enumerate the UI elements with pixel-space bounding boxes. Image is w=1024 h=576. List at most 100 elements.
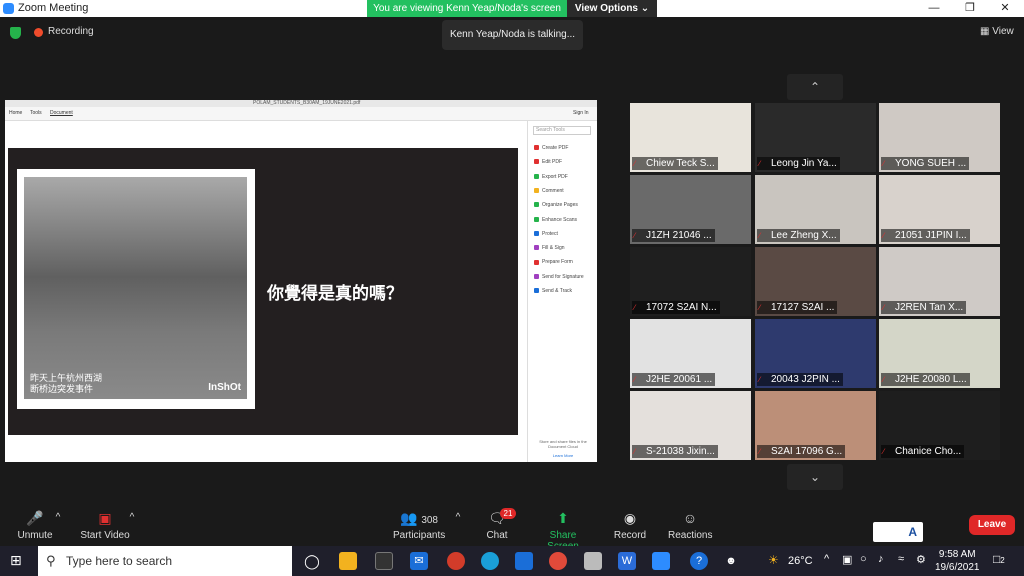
pdf-tool-label: Organize Pages bbox=[542, 202, 578, 209]
participant-tile[interactable]: 17127 S2AI ... ∕ bbox=[755, 247, 876, 316]
taskbar-search-input[interactable]: ⚲ Type here to search bbox=[38, 546, 292, 576]
wifi-icon[interactable]: ≈ bbox=[898, 553, 904, 565]
clock-time: 9:58 AM bbox=[938, 549, 976, 560]
people-icon[interactable]: ☻ bbox=[722, 552, 740, 570]
participant-tile[interactable]: J1ZH 21046 ... ∕ bbox=[630, 175, 751, 244]
weather-icon[interactable]: ☀ bbox=[768, 553, 779, 567]
edge-browser-icon[interactable] bbox=[481, 552, 499, 570]
video-options-chevron-icon[interactable]: ^ bbox=[126, 512, 138, 523]
participant-tile[interactable]: Leong Jin Ya... ∕ bbox=[755, 103, 876, 172]
cloud-note: Store and share files in the Document Cl… bbox=[539, 439, 587, 449]
participant-name: Leong Jin Ya... bbox=[757, 157, 840, 170]
input-language-icon[interactable]: ⚙ bbox=[916, 553, 926, 566]
security-shield-icon[interactable] bbox=[10, 27, 21, 39]
participant-name: 20043 J2PIN ... bbox=[757, 373, 843, 386]
pdf-tool-item[interactable]: Protect bbox=[534, 231, 558, 237]
view-options-button[interactable]: View Options ⌄ bbox=[567, 0, 657, 17]
chat-label: Chat bbox=[486, 530, 508, 541]
pdf-tab-tools[interactable]: Tools bbox=[30, 110, 42, 116]
participants-chevron-icon[interactable]: ^ bbox=[452, 512, 464, 523]
participant-tile[interactable]: J2HE 20061 ... ∕ bbox=[630, 319, 751, 388]
reactions-button[interactable]: ☺ Reactions bbox=[668, 510, 712, 541]
participant-tile[interactable]: Lee Zheng X... ∕ bbox=[755, 175, 876, 244]
file-explorer-icon[interactable] bbox=[339, 552, 357, 570]
pdf-sign-in[interactable]: Sign In bbox=[573, 110, 589, 116]
participant-tile[interactable]: 21051 J1PIN I... ∕ bbox=[879, 175, 1000, 244]
participant-name: Chiew Teck S... bbox=[632, 157, 718, 170]
zoom-taskbar-icon[interactable] bbox=[652, 552, 670, 570]
pdf-tool-item[interactable]: Organize Pages bbox=[534, 202, 578, 208]
participant-tile[interactable]: 17072 S2AI N... ∕ bbox=[630, 247, 751, 316]
pdf-tool-icon bbox=[534, 159, 539, 165]
leave-button[interactable]: Leave bbox=[969, 515, 1015, 535]
participant-name: J2REN Tan X... bbox=[881, 301, 967, 314]
start-video-label: Start Video bbox=[80, 530, 130, 541]
minimize-button[interactable]: — bbox=[917, 0, 951, 17]
chrome-icon[interactable] bbox=[549, 552, 567, 570]
paint-icon[interactable] bbox=[584, 552, 602, 570]
pdf-tool-item[interactable]: Send & Track bbox=[534, 288, 572, 294]
pdf-tools-panel: Search Tools Create PDF Edit PDF Export PD… bbox=[527, 121, 597, 462]
taskbar-clock[interactable]: 9:58 AM 19/6/2021 bbox=[935, 548, 980, 574]
muted-mic-icon: ∕ bbox=[883, 447, 885, 456]
pdf-tool-icon bbox=[534, 288, 539, 294]
pdf-tool-item[interactable]: Create PDF bbox=[534, 145, 568, 151]
pdf-tool-item[interactable]: Fill & Sign bbox=[534, 245, 565, 251]
participant-tile[interactable]: S-21038 Jixin... ∕ bbox=[630, 391, 751, 460]
participant-tile[interactable]: 20043 J2PIN ... ∕ bbox=[755, 319, 876, 388]
pdf-tool-item[interactable]: Enhance Scans bbox=[534, 217, 577, 223]
maximize-button[interactable]: ❐ bbox=[953, 0, 987, 17]
pdf-tool-item[interactable]: Send for Signature bbox=[534, 274, 584, 280]
start-video-button[interactable]: ▣ Start Video bbox=[80, 510, 130, 541]
store-icon[interactable] bbox=[375, 552, 393, 570]
participant-tile[interactable]: YONG SUEH ... ∕ bbox=[879, 103, 1000, 172]
app-red-icon[interactable] bbox=[447, 552, 465, 570]
unmute-button[interactable]: 🎤 Unmute bbox=[15, 510, 55, 541]
participant-tile[interactable]: Chiew Teck S... ∕ bbox=[630, 103, 751, 172]
volume-icon[interactable]: ♪ bbox=[878, 553, 884, 565]
muted-mic-icon: ∕ bbox=[634, 375, 636, 384]
help-icon[interactable]: ? bbox=[690, 552, 708, 570]
pdf-tool-item[interactable]: Comment bbox=[534, 188, 564, 194]
pdf-tools-search[interactable]: Search Tools bbox=[533, 126, 591, 135]
word-icon[interactable]: W bbox=[618, 552, 636, 570]
record-button[interactable]: ◉ Record bbox=[612, 510, 648, 541]
language-indicator[interactable]: A bbox=[873, 522, 923, 542]
window-title: Zoom Meeting bbox=[18, 2, 89, 14]
pdf-tool-item[interactable]: Export PDF bbox=[534, 174, 568, 180]
participant-name: S2AI 17096 G... bbox=[757, 445, 846, 458]
shared-screen: POLAM_STUDENTS_B30AM_19JUNE2021.pdf Home… bbox=[5, 100, 597, 462]
slide-image-frame: 昨天上午杭州西湖 断桥边突发事件 InShOt bbox=[17, 169, 255, 409]
battery-icon[interactable]: ▣ bbox=[842, 553, 852, 566]
participant-tile[interactable]: J2REN Tan X... ∕ bbox=[879, 247, 1000, 316]
muted-mic-icon: ∕ bbox=[883, 159, 885, 168]
viewing-screen-banner: You are viewing Kenn Yeap/Noda's screen bbox=[367, 0, 567, 17]
participant-tile[interactable]: Chanice Cho... ∕ bbox=[879, 391, 1000, 460]
task-view-icon[interactable]: ◯ bbox=[303, 552, 321, 570]
pdf-tool-icon bbox=[534, 259, 539, 265]
gallery-up-arrow-icon[interactable]: ⌃ bbox=[787, 74, 843, 100]
notifications-count: 2 bbox=[1000, 556, 1005, 565]
search-icon: ⚲ bbox=[46, 553, 56, 568]
learn-more-link[interactable]: Learn More bbox=[534, 453, 592, 458]
share-screen-icon: ⬆ bbox=[557, 510, 569, 526]
pdf-tab-home[interactable]: Home bbox=[9, 110, 22, 116]
shield-app-icon[interactable] bbox=[515, 552, 533, 570]
participant-tile[interactable]: S2AI 17096 G... ∕ bbox=[755, 391, 876, 460]
view-button[interactable]: ▦ View bbox=[980, 26, 1014, 37]
mail-icon[interactable]: ✉ bbox=[410, 552, 428, 570]
pdf-tool-item[interactable]: Prepare Form bbox=[534, 259, 573, 265]
network-icon[interactable]: ○ bbox=[860, 553, 867, 565]
notifications-icon[interactable]: □2 bbox=[993, 552, 1005, 566]
muted-mic-icon: ∕ bbox=[634, 231, 636, 240]
windows-start-icon[interactable]: ⊞ bbox=[10, 552, 22, 569]
pdf-tab-document[interactable]: Document bbox=[50, 110, 73, 116]
participant-tile[interactable]: J2HE 20080 L... ∕ bbox=[879, 319, 1000, 388]
gallery-down-arrow-icon[interactable]: ⌄ bbox=[787, 464, 843, 490]
participants-button[interactable]: 👥 308 Participants bbox=[393, 510, 445, 541]
audio-options-chevron-icon[interactable]: ^ bbox=[52, 512, 64, 523]
meeting-toolbar bbox=[0, 500, 1024, 546]
pdf-tool-item[interactable]: Edit PDF bbox=[534, 159, 562, 165]
tray-chevron-icon[interactable]: ^ bbox=[824, 553, 829, 565]
close-button[interactable]: ✕ bbox=[988, 0, 1022, 17]
